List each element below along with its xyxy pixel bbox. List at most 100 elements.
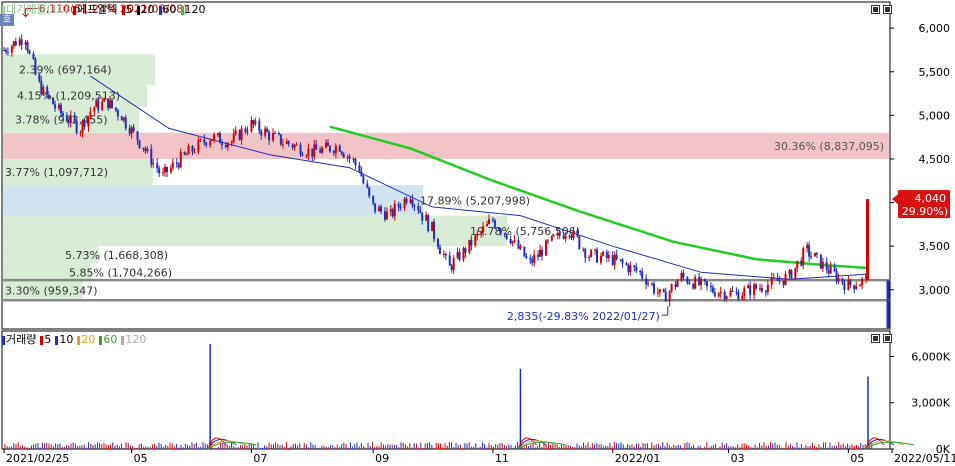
volume-profile-label: 3.77% (1,097,712)	[5, 166, 108, 179]
candle-body	[778, 280, 781, 282]
candle-body	[509, 239, 512, 244]
chart-menu-button[interactable]: 호	[0, 14, 14, 26]
candle-body	[211, 140, 214, 142]
candle-body	[114, 107, 117, 111]
candle-body	[764, 291, 767, 293]
x-axis-label: 03	[731, 452, 745, 465]
candle-body	[103, 98, 106, 102]
candle-body	[197, 140, 200, 152]
candle-body	[633, 265, 636, 268]
chart-canvas[interactable]: 3.30% (959,347) 5.85% (1,704,266) 5.73% (1…	[0, 0, 955, 466]
legend-item-ma20[interactable]: 20	[136, 3, 155, 17]
candle-body	[784, 274, 787, 285]
candle-body	[806, 244, 809, 249]
legend-item-vma60[interactable]: 60	[99, 333, 117, 347]
candle-body	[362, 176, 365, 184]
candle-body	[240, 128, 243, 140]
candle-body	[596, 249, 599, 263]
candle-body	[835, 271, 838, 282]
candle-body	[93, 107, 96, 112]
candle-body	[67, 121, 70, 123]
candle-body	[533, 254, 536, 263]
candle-body	[766, 284, 769, 293]
price-legend: 대기매물(10) 에프알텍 5 20 60 120	[2, 3, 206, 17]
candle-body	[611, 255, 614, 265]
legend-item-vma5[interactable]: 5	[40, 333, 51, 347]
candle-body	[725, 296, 728, 300]
volume-panel-close-icon[interactable]	[883, 334, 892, 343]
legend-item-stock-name[interactable]: 에프알텍	[73, 3, 118, 17]
candle-body	[187, 146, 190, 155]
candle-body	[749, 285, 752, 296]
candle-body	[821, 261, 824, 269]
candle-body	[380, 206, 383, 212]
candle-body	[491, 219, 494, 221]
candle-body	[273, 133, 276, 135]
candle-body	[729, 290, 732, 297]
candle-body	[87, 116, 90, 127]
candle-body	[34, 58, 37, 75]
candle-body	[662, 289, 665, 292]
candle-body	[855, 286, 858, 290]
legend-item-vma120[interactable]: 120	[121, 333, 146, 347]
candle-body	[152, 163, 155, 165]
candle-body	[246, 131, 249, 133]
legend-item-vma20[interactable]: 20	[77, 333, 95, 347]
candle-body	[81, 120, 84, 133]
candle-body	[572, 230, 575, 238]
candle-body	[802, 248, 805, 266]
volume-profile-label: 2.39% (697,164)	[19, 64, 112, 77]
candle-body	[4, 50, 7, 52]
legend-item-ma5[interactable]: 5	[121, 3, 133, 17]
candle-body	[42, 86, 45, 95]
volume-panel-frame	[1, 330, 891, 450]
legend-swatch-icon	[158, 5, 162, 15]
candle-body	[266, 128, 269, 132]
candle-body	[719, 291, 722, 294]
candle-body	[462, 248, 465, 261]
candle-body	[142, 147, 145, 149]
candle-body	[480, 232, 483, 234]
candle-body	[156, 163, 159, 169]
candle-body	[493, 220, 496, 228]
candle-body	[438, 247, 441, 255]
legend-item-vma10[interactable]: 10	[55, 333, 73, 347]
candle-body	[193, 151, 196, 153]
volume-profile-label: 5.85% (1,704,266)	[69, 266, 172, 279]
price-tick-label: 5,500	[919, 66, 951, 79]
candle-body	[741, 295, 744, 300]
candle-body	[825, 261, 828, 271]
candle-body	[307, 148, 310, 156]
candle-body	[694, 276, 697, 289]
candle-body	[183, 152, 186, 155]
candle-body	[389, 209, 392, 212]
candle-body	[499, 229, 502, 234]
candle-body	[421, 212, 424, 221]
candle-body	[301, 154, 304, 156]
candle-body	[651, 283, 653, 285]
candle-body	[399, 207, 402, 209]
candle-body	[220, 143, 223, 146]
candle-body	[158, 168, 161, 174]
price-panel-close-icon[interactable]	[883, 5, 892, 14]
candle-body	[704, 279, 707, 282]
candle-body	[431, 221, 434, 232]
candle-body	[383, 211, 386, 220]
legend-swatch-icon	[2, 335, 5, 345]
candle-body	[486, 223, 489, 227]
candle-body	[75, 120, 78, 133]
legend-item-ma120[interactable]: 120	[180, 3, 206, 17]
candle-body	[52, 97, 55, 105]
volume-panel-maximize-icon[interactable]	[871, 334, 880, 343]
legend-item-volume[interactable]: 거래량	[2, 333, 36, 347]
candle-body	[711, 287, 714, 293]
price-panel-maximize-icon[interactable]	[871, 5, 880, 14]
legend-item-ma60[interactable]: 60	[158, 3, 177, 17]
candle-body	[829, 266, 832, 274]
candle-body	[537, 254, 540, 257]
x-axis-label: 07	[253, 452, 267, 465]
candle-body	[482, 226, 485, 233]
candle-body	[120, 116, 123, 121]
volume-profile-band	[3, 132, 889, 159]
candle-body	[861, 278, 864, 285]
